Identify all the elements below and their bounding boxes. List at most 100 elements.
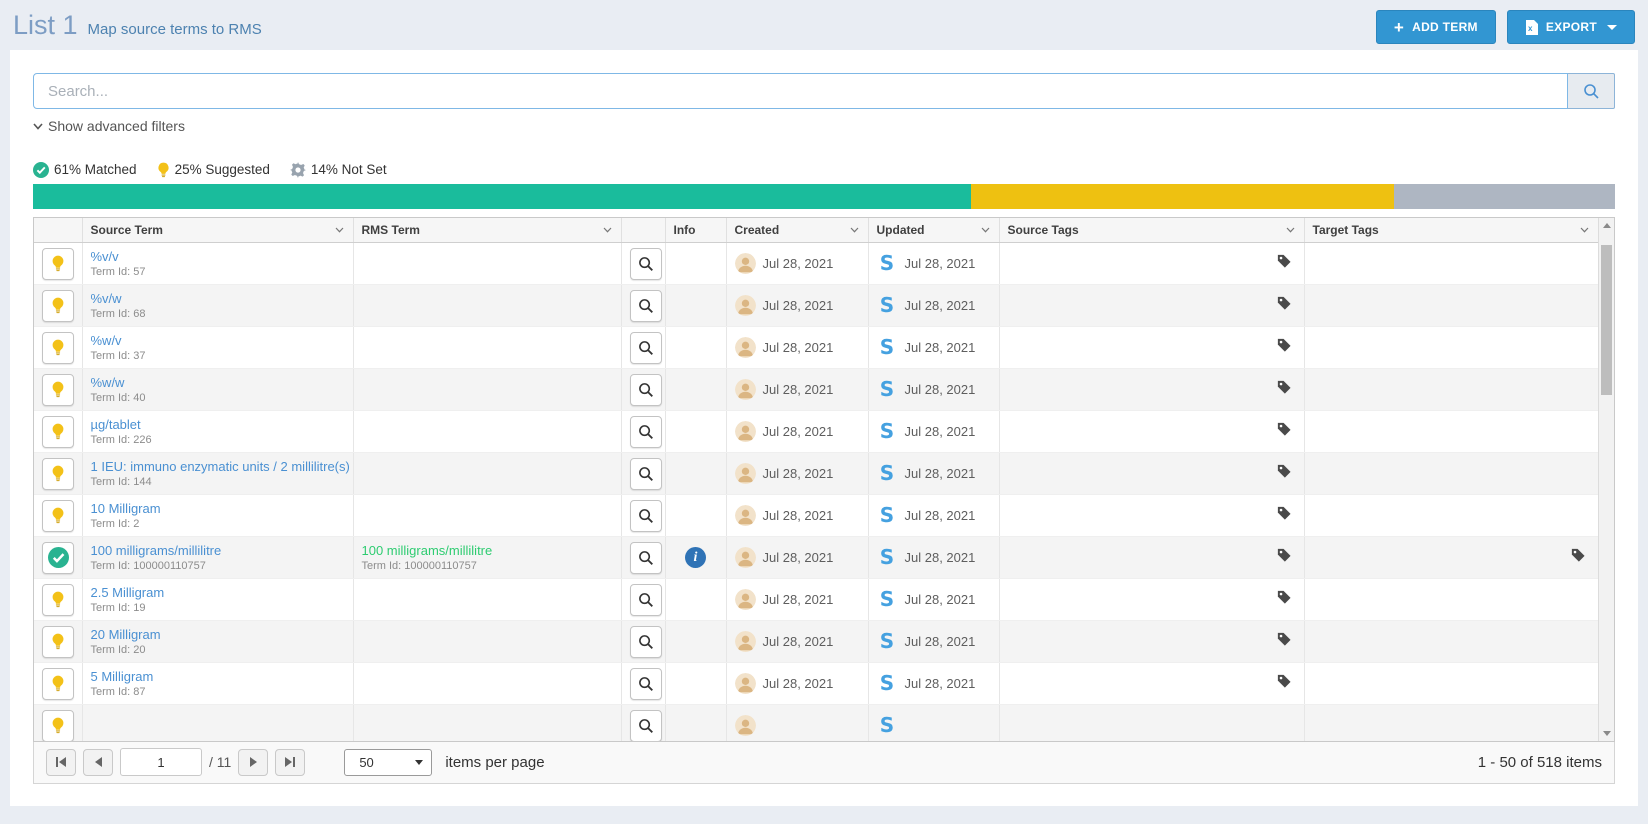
status-button[interactable] [42,331,74,364]
system-logo-icon: S [879,293,895,317]
source-tag-icon[interactable] [1277,254,1291,268]
status-button[interactable] [42,373,74,406]
page-number-input[interactable] [120,748,202,776]
search-rms-button[interactable] [629,709,662,741]
suggested-bulb-icon [52,339,64,356]
search-rms-button[interactable] [629,247,662,280]
show-advanced-filters-toggle[interactable]: Show advanced filters [33,118,185,134]
user-avatar-icon [734,379,756,400]
search-rms-button[interactable] [629,541,662,574]
search-rms-button[interactable] [629,499,662,532]
search-rms-button[interactable] [629,289,662,322]
content-panel: Show advanced filters 61% Matched 25% Su… [10,50,1638,806]
system-logo-icon: S [879,587,895,611]
export-button[interactable]: x EXPORT [1506,10,1635,44]
search-rms-button[interactable] [629,625,662,658]
status-button[interactable] [42,667,74,700]
page-size-select[interactable]: 50 [344,748,433,776]
legend-suggested-label: 25% Suggested [174,162,270,177]
target-tag-icon[interactable] [1571,548,1585,562]
source-term-link[interactable]: µg/tablet [91,417,345,433]
column-header-target-tags[interactable]: Target Tags [1304,217,1598,243]
source-tag-icon[interactable] [1277,674,1291,688]
source-tag-icon[interactable] [1277,464,1291,478]
source-term-link[interactable]: 10 Milligram [91,501,345,517]
status-button[interactable] [42,583,74,616]
search-rms-button[interactable] [629,457,662,490]
first-page-button[interactable] [46,748,76,776]
table-row: 5 Milligram Term Id: 87 Jul 28, 2021 S J… [34,662,1598,705]
previous-page-button[interactable] [83,748,113,776]
source-term-link[interactable]: %w/w [91,375,345,391]
source-term-link[interactable]: %v/w [91,291,345,307]
search-rms-button[interactable] [629,667,662,700]
source-term-id: Term Id: 40 [90,391,146,404]
progress-segment-matched [33,183,972,209]
column-header-source-tags[interactable]: Source Tags [999,217,1305,243]
status-button[interactable] [42,289,74,322]
source-tag-icon[interactable] [1277,296,1291,310]
scrollbar-thumb[interactable] [1601,244,1612,395]
magnifier-icon [638,634,653,649]
source-term-link[interactable]: 5 Milligram [91,669,345,685]
source-term-link[interactable]: 1 IEU: immuno enzymatic units / 2 millil… [91,459,350,475]
source-tag-icon[interactable] [1277,548,1291,562]
source-term-link[interactable]: 2.5 Milligram [91,585,345,601]
source-tag-icon[interactable] [1277,632,1291,646]
next-page-button[interactable] [238,748,269,776]
column-header-source-term[interactable]: Source Term [82,217,354,243]
search-input[interactable] [33,73,1568,109]
chevron-down-icon[interactable] [603,227,612,233]
search-rms-button[interactable] [629,583,662,616]
source-tag-icon[interactable] [1277,422,1291,436]
chevron-down-icon[interactable] [1580,227,1589,233]
source-tag-icon[interactable] [1277,590,1291,604]
status-button[interactable] [42,541,74,574]
updated-date: Jul 28, 2021 [904,382,976,397]
chevron-down-icon[interactable] [850,227,859,233]
status-button[interactable] [42,499,74,532]
chevron-down-icon[interactable] [1286,227,1295,233]
status-button[interactable] [42,247,74,280]
suggested-bulb-icon [52,633,64,650]
system-logo-icon: S [879,461,895,485]
scroll-down-button[interactable] [1599,726,1614,741]
search-icon [1583,83,1599,99]
source-term-link[interactable]: 20 Milligram [91,627,345,643]
chevron-down-icon[interactable] [335,227,344,233]
search-rms-button[interactable] [629,373,662,406]
add-term-button[interactable]: + ADD TERM [1375,10,1496,44]
status-button[interactable] [42,457,74,490]
vertical-scrollbar[interactable] [1598,217,1614,741]
source-tag-icon[interactable] [1277,506,1291,520]
column-header-updated[interactable]: Updated [868,217,1000,243]
table-row: 1 IEU: immuno enzymatic units / 2 millil… [34,452,1598,495]
column-header-rms-term[interactable]: RMS Term [353,217,622,243]
updated-date: Jul 28, 2021 [904,634,976,649]
user-avatar-icon [734,463,756,484]
system-logo-icon: S [879,545,895,569]
search-rms-button[interactable] [629,415,662,448]
search-rms-button[interactable] [629,331,662,364]
info-icon[interactable]: i [685,547,706,568]
status-button[interactable] [42,625,74,658]
user-avatar-icon [734,631,756,652]
legend-matched-label: 61% Matched [54,162,137,177]
suggested-bulb-icon [52,591,64,608]
magnifier-icon [638,340,653,355]
chevron-down-icon[interactable] [981,227,990,233]
system-logo-icon: S [879,335,895,359]
column-header-created[interactable]: Created [726,217,869,243]
status-button[interactable] [42,709,74,741]
rms-term-link[interactable]: 100 milligrams/millilitre [362,543,613,559]
system-logo-icon: S [879,671,895,695]
source-term-link[interactable]: %v/v [91,249,345,265]
search-button[interactable] [1568,73,1615,109]
source-tag-icon[interactable] [1277,380,1291,394]
source-tag-icon[interactable] [1277,338,1291,352]
source-term-link[interactable]: 100 milligrams/millilitre [91,543,345,559]
last-page-button[interactable] [275,748,306,776]
scroll-up-button[interactable] [1599,218,1614,233]
source-term-link[interactable]: %w/v [91,333,345,349]
status-button[interactable] [42,415,74,448]
